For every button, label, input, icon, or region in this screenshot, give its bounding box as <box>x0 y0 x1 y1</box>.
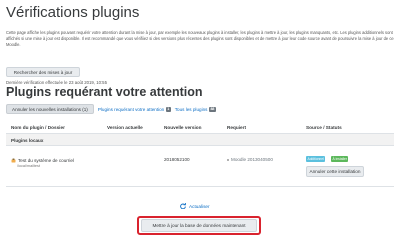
tab-all-plugins[interactable]: Tous les plugins 88 <box>174 106 216 112</box>
plugin-path: /local/mailtest <box>17 164 41 168</box>
status-badge-added: Additionnel <box>306 156 326 162</box>
cancel-install-button[interactable]: Annuler cette installation <box>306 166 364 177</box>
attention-count-badge: 1 <box>165 106 171 112</box>
plugin-new-version: 2018052100 <box>164 157 190 162</box>
header-new-version: Nouvelle version <box>164 125 202 130</box>
table-header: Nom du plugin / Dossier Version actuelle… <box>6 120 394 134</box>
upgrade-database-button[interactable]: Mettre à jour la base de données mainten… <box>141 219 257 232</box>
header-current-version: Version actuelle <box>107 125 143 130</box>
filter-tabs: Annuler les nouvelles installations (1) … <box>6 104 216 114</box>
refresh-link[interactable]: Actualiser <box>180 203 210 209</box>
section-title: Plugins requérant votre attention <box>6 85 203 99</box>
requirement-dot-icon <box>227 158 229 161</box>
status-badge-update: À installer <box>331 156 349 162</box>
tab-all-label: Tous les plugins <box>174 106 208 112</box>
plugin-icon <box>11 158 16 163</box>
all-count-badge: 88 <box>208 106 216 112</box>
refresh-label: Actualiser <box>189 203 210 209</box>
header-source-status: Source / Statuts <box>306 125 342 130</box>
check-updates-button[interactable]: Rechercher des mises à jour <box>6 67 80 77</box>
requires-value: Moodle 2013040500 <box>231 157 273 162</box>
plugin-name: Test du système de courriel <box>18 158 74 163</box>
plugin-requires: Moodle 2013040500 <box>227 157 273 162</box>
intro-text: Cette page affiche les plugins pouvant r… <box>6 30 394 48</box>
tab-cancel-new-installs[interactable]: Annuler les nouvelles installations (1) <box>6 104 94 114</box>
group-label: Plugins locaux <box>11 138 44 143</box>
table-row: Test du système de courriel /local/mailt… <box>6 147 394 187</box>
tab-attention[interactable]: Plugins requérant votre attention 1 <box>97 106 171 112</box>
header-requires: Requiert <box>227 125 247 130</box>
group-row-local-plugins: Plugins locaux <box>6 134 394 146</box>
refresh-icon <box>180 203 186 209</box>
header-name: Nom du plugin / Dossier <box>11 125 65 130</box>
page-title: Vérifications plugins <box>6 4 140 21</box>
tab-attention-label: Plugins requérant votre attention <box>97 106 165 112</box>
